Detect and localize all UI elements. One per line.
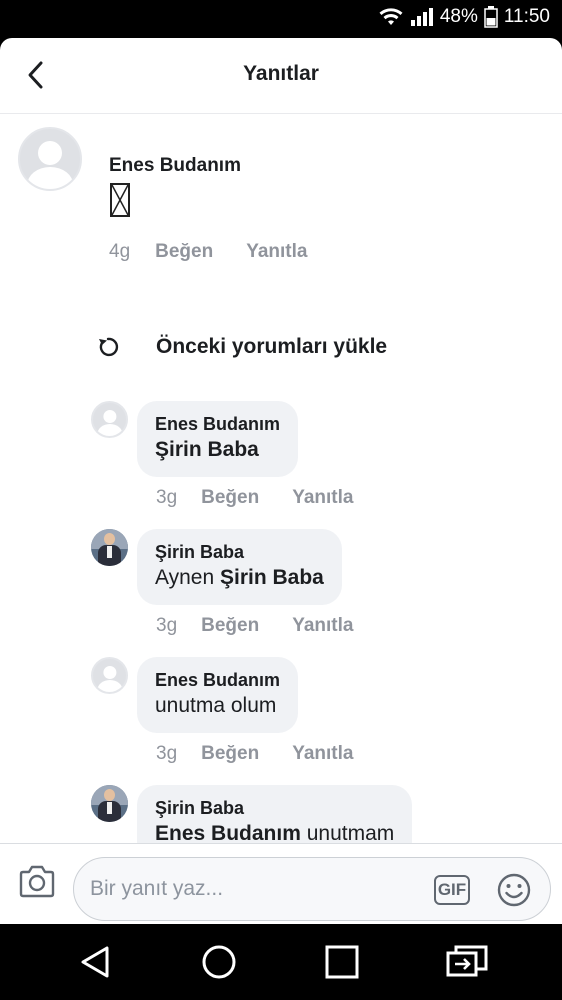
reply-text: unutma olum (155, 691, 280, 721)
reply-input-container: GIF (73, 857, 551, 921)
like-button[interactable]: Beğen (155, 241, 213, 263)
like-button[interactable]: Beğen (201, 615, 259, 637)
reply-button[interactable]: Yanıtla (292, 615, 353, 637)
reply-text: Şirin Baba (155, 435, 280, 465)
comment-bubble[interactable]: Enes Budanım unutma olum (137, 657, 299, 733)
comment-bubble[interactable]: Enes Budanım Şirin Baba (137, 401, 299, 477)
reply-button[interactable]: Yanıtla (292, 487, 353, 509)
clock: 11:50 (503, 6, 550, 27)
missing-glyph-icon (110, 183, 130, 217)
reply-text: Enes Budanım unutmam (155, 819, 394, 843)
android-nav-bar (0, 924, 562, 1000)
avatar[interactable] (91, 401, 128, 438)
refresh-icon (99, 337, 119, 357)
avatar[interactable] (91, 657, 128, 694)
header: Yanıtlar (0, 38, 562, 114)
avatar[interactable] (18, 127, 82, 191)
reply-time: 3g (156, 615, 178, 636)
comment-bubble[interactable]: Şirin Baba Enes Budanım unutmam (137, 785, 413, 843)
mention-text[interactable]: Şirin Baba (155, 438, 259, 461)
mention-text[interactable]: Şirin Baba (220, 566, 324, 589)
status-bar: 48% 11:50 (0, 0, 562, 38)
camera-button[interactable] (18, 864, 56, 900)
reply-author[interactable]: Şirin Baba (155, 541, 324, 563)
avatar[interactable] (91, 785, 128, 822)
avatar[interactable] (91, 529, 128, 566)
back-triangle-icon (81, 946, 109, 978)
battery-percent: 48% (439, 6, 478, 27)
reply-text-segment: unutmam (300, 822, 395, 843)
screen-switch-icon (446, 945, 488, 977)
emoji-icon (497, 873, 531, 907)
reply-text-segment: Aynen (155, 566, 220, 589)
status-icons: 48% 11:50 (378, 6, 550, 28)
load-previous-label: Önceki yorumları yükle (156, 335, 388, 358)
nav-switch-button[interactable] (446, 942, 488, 982)
reply-author[interactable]: Şirin Baba (155, 797, 394, 819)
nav-recents-button[interactable] (322, 942, 362, 982)
reply-time: 3g (156, 743, 178, 764)
comment-author[interactable]: Enes Budanım (109, 155, 241, 177)
comment-bubble[interactable]: Şirin Baba Aynen Şirin Baba (137, 529, 342, 605)
reply-time: 3g (156, 487, 178, 508)
reply-author[interactable]: Enes Budanım (155, 413, 280, 435)
nav-home-button[interactable] (199, 942, 239, 982)
nav-back-button[interactable] (76, 942, 116, 982)
reply-author[interactable]: Enes Budanım (155, 669, 280, 691)
recents-square-icon (325, 945, 359, 979)
reply-button[interactable]: Yanıtla (292, 743, 353, 765)
emoji-button[interactable] (496, 872, 532, 908)
page-title: Yanıtlar (243, 62, 319, 85)
reply-composer: GIF (0, 843, 562, 924)
comment-thread: Enes Budanım 4g Beğen Yanıtla Önceki yor… (0, 115, 562, 843)
reply-meta: 3g Beğen Yanıtla (156, 487, 353, 509)
reply-input[interactable] (90, 872, 420, 906)
wifi-icon (378, 7, 404, 27)
like-button[interactable]: Beğen (201, 487, 259, 509)
gif-button[interactable]: GIF (434, 875, 470, 905)
signal-icon (410, 7, 434, 27)
reply-meta: 3g Beğen Yanıtla (156, 615, 353, 637)
reply-button[interactable]: Yanıtla (246, 241, 307, 263)
like-button[interactable]: Beğen (201, 743, 259, 765)
comment-meta: 4g Beğen Yanıtla (109, 241, 307, 263)
mention-text[interactable]: Enes Budanım (155, 822, 301, 843)
reply-meta: 3g Beğen Yanıtla (156, 743, 353, 765)
load-previous-comments[interactable]: Önceki yorumları yükle (96, 335, 387, 359)
battery-icon (484, 6, 498, 28)
comment-time: 4g (109, 241, 131, 262)
reply-text: Aynen Şirin Baba (155, 563, 324, 593)
camera-icon (19, 865, 55, 898)
home-circle-icon (202, 945, 236, 979)
replies-screen: Yanıtlar Enes Budanım 4g Beğen Yanıtla Ö… (0, 38, 562, 924)
reply-text-segment: unutma olum (155, 694, 277, 717)
